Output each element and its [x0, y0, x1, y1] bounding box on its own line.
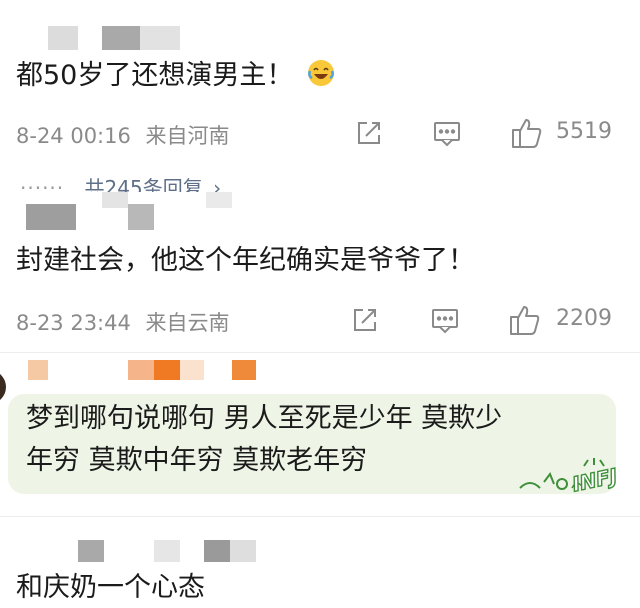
replies-count: 共245条回复: [84, 176, 203, 192]
like-icon[interactable]: [508, 303, 542, 337]
username-blurred[interactable]: [102, 192, 128, 208]
share-icon[interactable]: [350, 305, 380, 335]
comment-date: 8-23 23:44: [16, 311, 131, 335]
username-blurred[interactable]: [140, 26, 180, 50]
username-blurred[interactable]: [26, 204, 76, 230]
avatar[interactable]: [0, 370, 6, 404]
username-blurred[interactable]: [154, 360, 180, 380]
share-icon[interactable]: [354, 118, 384, 148]
username-blurred[interactable]: [78, 540, 104, 562]
username-blurred[interactable]: [28, 360, 48, 380]
comment-text: 都50岁了还想演男主！: [16, 58, 336, 93]
chevron-right-icon: ›: [213, 176, 222, 192]
divider: [0, 516, 640, 517]
like-icon[interactable]: [510, 116, 544, 150]
like-count: 2209: [556, 306, 612, 331]
username-blurred[interactable]: [232, 360, 256, 380]
username-blurred[interactable]: [204, 540, 230, 562]
comment-date: 8-24 00:16: [16, 124, 131, 148]
laughing-crying-emoji-icon: [306, 58, 336, 88]
username-blurred[interactable]: [206, 192, 232, 208]
comment-location: 来自云南: [145, 311, 230, 335]
infj-sticker: INFJ: [516, 452, 628, 498]
comment-meta: 8-24 00:16 来自河南: [16, 120, 230, 150]
comment-text-line: 年穷 莫欺中年穷 莫欺老年穷: [26, 445, 368, 476]
username-blurred[interactable]: [102, 26, 140, 50]
comment-location: 来自河南: [145, 124, 230, 148]
replies-dots: ······: [20, 176, 65, 192]
username-blurred[interactable]: [128, 360, 154, 380]
view-replies-link[interactable]: ······ 共245条回复 ›: [20, 172, 270, 192]
comment-text-line: 梦到哪句说哪句 男人至死是少年 莫欺少: [26, 403, 503, 434]
username-blurred[interactable]: [128, 204, 154, 230]
username-blurred[interactable]: [230, 540, 256, 562]
username-blurred[interactable]: [154, 540, 180, 562]
comment-icon[interactable]: [432, 118, 462, 148]
comment-meta: 8-23 23:44 来自云南: [16, 307, 230, 337]
username-blurred[interactable]: [48, 26, 78, 50]
comment-text: 封建社会，他这个年纪确实是爷爷了！: [16, 245, 475, 276]
divider: [0, 352, 640, 353]
comment-icon[interactable]: [430, 305, 460, 335]
username-blurred[interactable]: [180, 360, 204, 380]
like-count: 5519: [556, 119, 612, 144]
comment-text: 和庆奶一个心态: [16, 572, 205, 603]
